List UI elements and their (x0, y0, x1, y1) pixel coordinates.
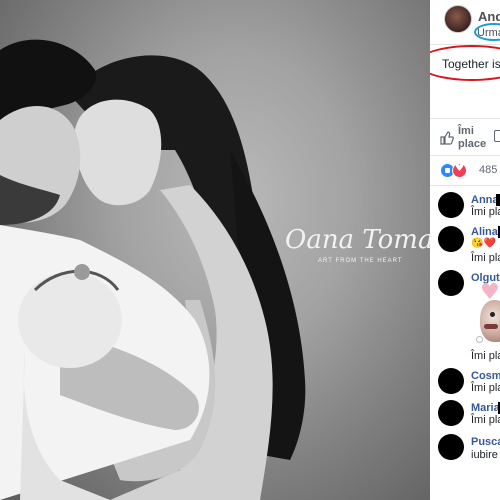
reaction-count: 485 (479, 164, 498, 176)
comment-emoji: 😘❤️ (471, 238, 496, 249)
commenter-avatar[interactable] (438, 270, 464, 296)
thumbs-up-icon (440, 131, 454, 145)
post-side-panel: And Urma Together is n Îmi place 485 Ann… (430, 0, 500, 500)
commenter-name[interactable]: Cosmi (471, 370, 500, 382)
commenter-name[interactable]: Pusca (471, 436, 500, 448)
divider (430, 155, 500, 156)
comment-text: Îmi pla (471, 382, 500, 394)
divider (430, 118, 500, 119)
watermark-subtitle: ART FROM THE HEART (318, 258, 403, 264)
commenter-avatar[interactable] (438, 434, 464, 460)
divider (430, 185, 500, 186)
commenter-avatar[interactable] (438, 400, 464, 426)
red-highlight-oval (430, 45, 500, 81)
comment-text: Îmi pla (471, 252, 500, 264)
comment-text: Îmi pla (471, 414, 500, 426)
comment-icon[interactable] (494, 130, 500, 142)
commenter-avatar[interactable] (438, 368, 464, 394)
commenter-name[interactable]: Alina (471, 226, 498, 238)
comment-text: Îmi pla (471, 350, 500, 362)
comment-text: iubire ! (471, 449, 500, 461)
author-avatar[interactable] (444, 5, 472, 33)
commenter-avatar[interactable] (438, 192, 464, 218)
commenter-avatar[interactable] (438, 226, 464, 252)
comment-text: Îmi pla (471, 206, 500, 218)
redaction-bar (496, 194, 500, 206)
author-name[interactable]: And (478, 9, 500, 24)
commenter-name[interactable]: Maria (471, 402, 500, 414)
like-button-label: Îmi place (458, 125, 487, 150)
post-photo[interactable]: Oana Toma ART FROM THE HEART (0, 0, 430, 500)
watermark-script: Oana Toma (285, 225, 430, 255)
love-reaction-icon (452, 163, 467, 178)
sticker-image (480, 300, 500, 342)
reaction-dot-icon (476, 336, 483, 343)
commenter-name[interactable]: Anna (471, 194, 499, 206)
family-photo-illustration: Oana Toma ART FROM THE HEART (0, 39, 430, 500)
like-button[interactable]: Îmi place (440, 125, 500, 157)
